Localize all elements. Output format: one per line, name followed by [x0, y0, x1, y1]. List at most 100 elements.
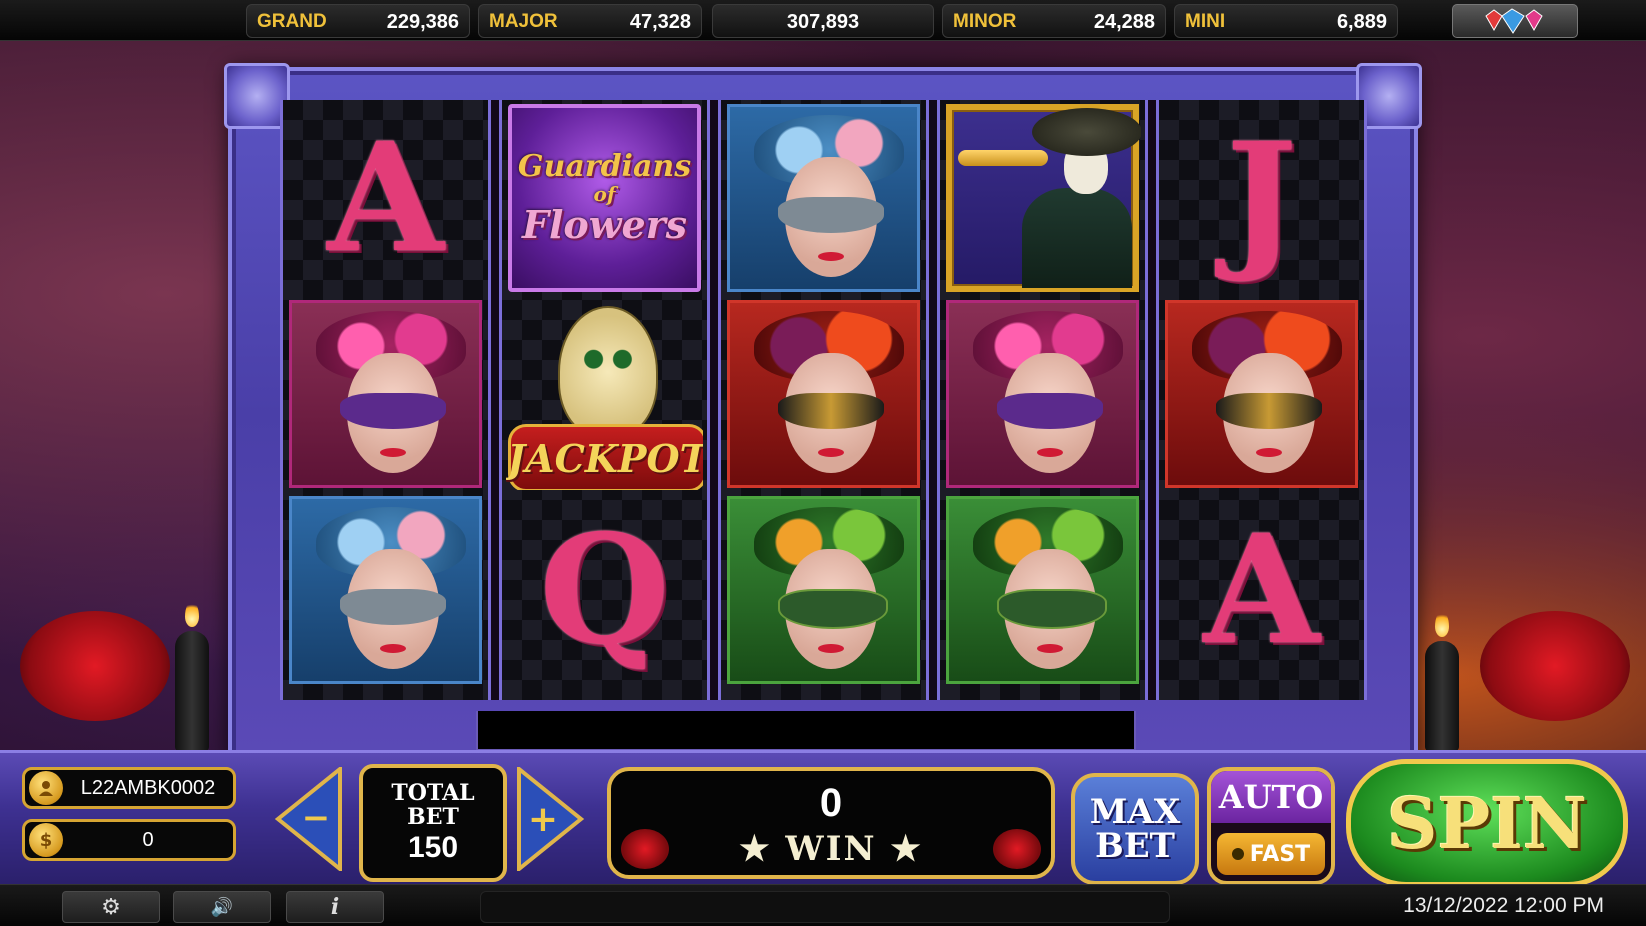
- total-bet-value: 150: [407, 831, 459, 865]
- info-button[interactable]: i: [286, 891, 384, 923]
- symbol-lady-green: [944, 494, 1141, 686]
- lady-blue-art: [289, 496, 482, 684]
- symbol-card-j: J: [1163, 102, 1360, 294]
- game-logo: Guardians of Flowers: [508, 104, 701, 292]
- jackpot-major-value: 47,328: [629, 11, 691, 33]
- diamond-menu-button[interactable]: [1452, 4, 1578, 38]
- trumpet-icon: [958, 150, 1048, 166]
- symbol-jackpot: JACKPOT: [506, 298, 703, 490]
- logo-line-1: Guardians: [517, 149, 692, 184]
- spin-button[interactable]: SPIN: [1346, 759, 1628, 887]
- jackpot-skull-art: JACKPOT: [506, 298, 703, 490]
- sombrero-icon: [1032, 108, 1141, 156]
- symbol-mariachi: [944, 102, 1141, 294]
- reel-2: Guardians of Flowers JACKPOT Q: [499, 100, 710, 700]
- decrease-bet-button[interactable]: −: [274, 767, 344, 871]
- symbol-lady-pink: [287, 298, 484, 490]
- logo-line-3: Flowers: [521, 202, 688, 247]
- auto-fast-button-group: AUTO FAST: [1207, 767, 1335, 885]
- card-j-label: J: [1226, 110, 1297, 286]
- jackpot-grand: GRAND 229,386: [246, 4, 470, 38]
- total-bet-display: TOTAL BET 150: [359, 764, 507, 882]
- arrow-left-icon: −: [274, 767, 342, 871]
- total-bet-label-line1: TOTAL: [391, 779, 475, 806]
- control-panel: L22AMBK0002 $ 0 − TOTAL BET 150 + 0 ★ WI…: [0, 750, 1646, 887]
- balance-value: 0: [142, 828, 154, 851]
- reel-4: [937, 100, 1148, 700]
- max-bet-button[interactable]: MAX BET: [1071, 773, 1199, 885]
- flame-right-2: [1435, 611, 1449, 637]
- username-text: L22AMBK0002: [80, 776, 216, 799]
- auto-spin-button[interactable]: AUTO: [1211, 771, 1331, 823]
- reels-grid: A Guardians of Flowers JACKPOT Q J A: [280, 100, 1367, 700]
- candle-left-1: [175, 631, 209, 751]
- jackpot-grand-value: 229,386: [386, 11, 459, 33]
- win-value: 0: [819, 781, 843, 825]
- speaker-icon: 🔊: [210, 896, 234, 917]
- datetime-display: 13/12/2022 12:00 PM: [1403, 894, 1604, 917]
- settings-button[interactable]: ⚙: [62, 891, 160, 923]
- fast-spin-toggle[interactable]: FAST: [1217, 833, 1325, 875]
- symbol-card-a: A: [1163, 494, 1360, 686]
- increase-bet-button[interactable]: +: [515, 767, 585, 871]
- reel-5: J A: [1156, 100, 1367, 700]
- gear-icon: ⚙: [101, 894, 121, 919]
- reel-1: A: [280, 100, 491, 700]
- lady-blue-art: [727, 104, 920, 292]
- jackpot-grand-label: GRAND: [257, 11, 327, 32]
- win-label-text: WIN: [785, 829, 877, 869]
- jackpot-banner-text: JACKPOT: [507, 435, 703, 481]
- symbol-lady-blue: [725, 102, 922, 294]
- decrease-bet-symbol: −: [302, 798, 331, 838]
- jackpot-major: MAJOR 47,328: [478, 4, 702, 38]
- mariachi-skeleton-art: [946, 104, 1141, 292]
- win-line-display: [476, 711, 1136, 751]
- lady-pink-art: [946, 300, 1139, 488]
- diamond-icon: [1485, 8, 1543, 34]
- logo-line-2: of: [593, 182, 616, 206]
- toggle-indicator-icon: [1231, 848, 1244, 860]
- card-q-label: Q: [539, 502, 670, 678]
- reel-3: [718, 100, 929, 700]
- arrow-right-icon: +: [517, 767, 585, 871]
- sound-button[interactable]: 🔊: [173, 891, 271, 923]
- jackpot-center-value: 307,893: [786, 11, 860, 33]
- jackpot-minor-value: 24,288: [1093, 11, 1155, 33]
- jackpot-minor: MINOR 24,288: [942, 4, 1166, 38]
- card-a-label: A: [1203, 502, 1320, 678]
- symbol-logo: Guardians of Flowers: [506, 102, 703, 294]
- lady-green-art: [946, 496, 1139, 684]
- lady-red-art: [1165, 300, 1358, 488]
- fast-label: FAST: [1249, 841, 1311, 867]
- symbol-lady-red: [1163, 298, 1360, 490]
- message-bar: [480, 891, 1170, 923]
- win-label: ★ WIN ★: [739, 829, 923, 869]
- coin-symbol: $: [39, 829, 53, 851]
- flame-left-1: [185, 601, 199, 627]
- jackpot-mini: MINI 6,889: [1174, 4, 1398, 38]
- info-icon: i: [330, 894, 340, 920]
- jackpot-major-label: MAJOR: [489, 11, 558, 32]
- total-bet-label-line2: BET: [407, 804, 459, 830]
- symbol-lady-green: [725, 494, 922, 686]
- status-bar: ⚙ 🔊 i 13/12/2022 12:00 PM: [0, 884, 1646, 926]
- lady-green-art: [727, 496, 920, 684]
- rose-decoration-left: [20, 611, 170, 721]
- win-display: 0 ★ WIN ★: [607, 767, 1055, 879]
- card-a-label: A: [327, 110, 444, 286]
- max-bet-line1: MAX: [1089, 792, 1181, 832]
- rose-decoration-right: [1480, 611, 1630, 721]
- jackpot-mini-value: 6,889: [1336, 11, 1387, 33]
- sugar-skull-icon: [558, 306, 658, 438]
- candle-right-2: [1425, 641, 1459, 751]
- lady-red-art: [727, 300, 920, 488]
- lady-pink-art: [289, 300, 482, 488]
- increase-bet-symbol: +: [528, 799, 558, 840]
- username-display: L22AMBK0002: [22, 767, 236, 809]
- symbol-lady-blue: [287, 494, 484, 686]
- jackpot-mini-label: MINI: [1185, 11, 1226, 32]
- symbol-card-a: A: [287, 102, 484, 294]
- coin-icon: $: [29, 823, 63, 857]
- max-bet-line2: BET: [1095, 826, 1175, 866]
- symbol-card-q: Q: [506, 494, 703, 686]
